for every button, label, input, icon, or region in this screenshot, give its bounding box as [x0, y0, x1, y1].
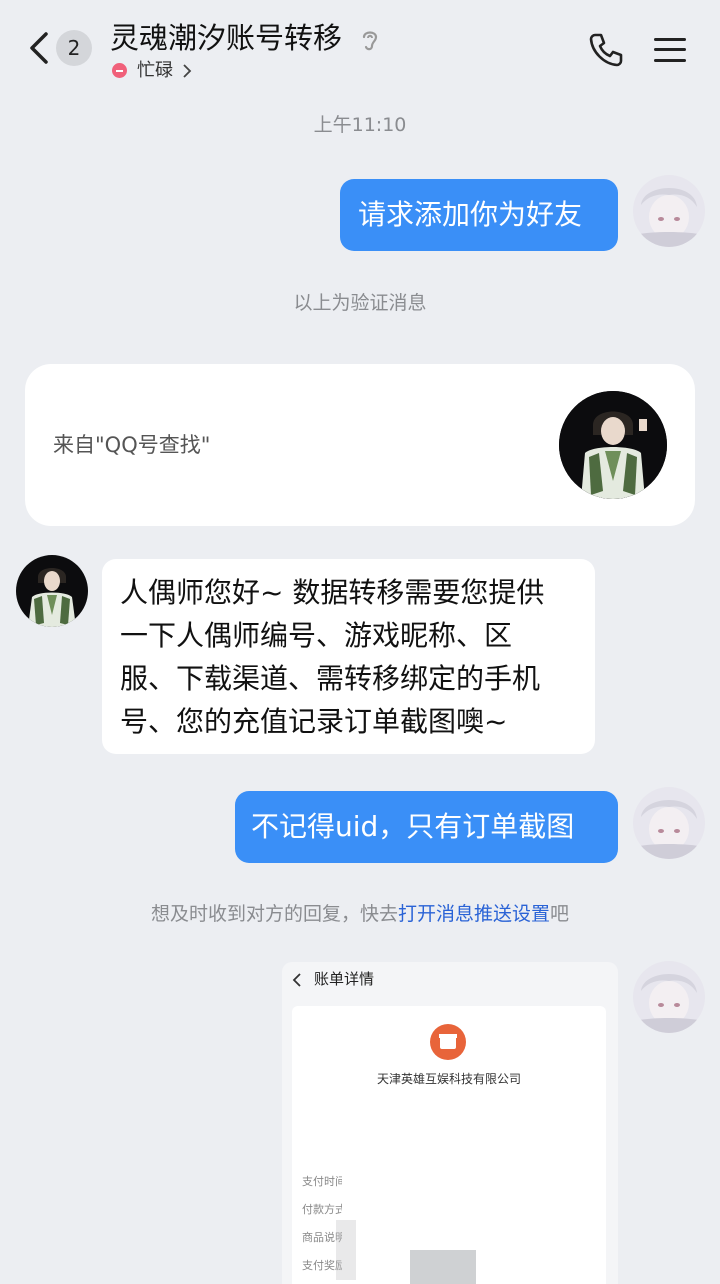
source-card[interactable]: 来自"QQ号查找" — [25, 364, 695, 526]
message-time: 上午11:10 — [313, 114, 407, 136]
bill-row-label: 支付时间 — [302, 1175, 342, 1188]
friend-request-text: 请求添加你为好友 — [358, 198, 583, 231]
status-text[interactable]: 忙碌 — [137, 58, 173, 84]
bill-screenshot-header: 账单详情 — [282, 962, 618, 998]
agent-reply-bubble[interactable]: 人偶师您好~ 数据转移需要您提供 一下人偶师编号、游戏昵称、区 服、下载渠道、需… — [102, 559, 595, 754]
chat-title[interactable]: 灵魂潮汐账号转移 — [110, 18, 342, 58]
back-chevron-icon[interactable] — [24, 28, 54, 68]
agent-reply-line-2: 一下人偶师编号、游戏昵称、区 — [120, 619, 513, 652]
redacted-block — [336, 1220, 356, 1280]
agent-reply-line-1: 人偶师您好~ 数据转移需要您提供 — [120, 576, 545, 609]
phone-icon[interactable] — [586, 30, 626, 70]
my-avatar[interactable] — [633, 175, 705, 247]
busy-status-icon — [112, 63, 127, 78]
bill-detail-card: 天津英雄互娱科技有限公司 支付时间 付款方式 商品说明 支付奖励 — [292, 1006, 606, 1284]
merchant-logo-icon — [430, 1024, 466, 1060]
bill-row-label: 付款方式 — [302, 1203, 342, 1216]
verify-note: 以上为验证消息 — [293, 292, 427, 314]
agent-reply-line-4: 号、您的充值记录订单截图噢~ — [120, 705, 508, 738]
merchant-name: 天津英雄互娱科技有限公司 — [376, 1072, 521, 1086]
back-chevron-icon — [292, 972, 302, 988]
bill-screenshot-title: 账单详情 — [314, 970, 375, 988]
friend-request-bubble[interactable]: 请求添加你为好友 — [340, 179, 618, 251]
push-hint-prefix: 想及时收到对方的回复，快去 — [150, 903, 398, 925]
contact-avatar-large[interactable] — [559, 391, 667, 499]
ear-icon[interactable] — [358, 27, 382, 53]
source-card-text: 来自"QQ号查找" — [53, 433, 211, 457]
my-avatar[interactable] — [633, 961, 705, 1033]
user-reply-text: 不记得uid，只有订单截图 — [251, 810, 575, 843]
redacted-block — [410, 1250, 476, 1284]
chat-header: 2 灵魂潮汐账号转移 忙碌 — [0, 0, 720, 96]
unread-count-badge[interactable]: 2 — [56, 30, 92, 66]
user-reply-bubble[interactable]: 不记得uid，只有订单截图 — [235, 791, 618, 863]
chevron-right-icon[interactable] — [182, 60, 192, 80]
menu-icon[interactable] — [654, 36, 686, 64]
push-setting-hint: 想及时收到对方的回复，快去打开消息推送设置吧 — [0, 900, 720, 928]
agent-reply-line-3: 服、下载渠道、需转移绑定的手机 — [120, 662, 541, 695]
contact-avatar[interactable] — [16, 555, 88, 627]
my-avatar[interactable] — [633, 787, 705, 859]
push-hint-suffix: 吧 — [550, 903, 570, 925]
bill-screenshot-image[interactable]: 账单详情 天津英雄互娱科技有限公司 支付时间 付款方式 商品说明 支付奖励 — [282, 962, 618, 1284]
push-settings-link[interactable]: 打开消息推送设置 — [398, 903, 550, 925]
